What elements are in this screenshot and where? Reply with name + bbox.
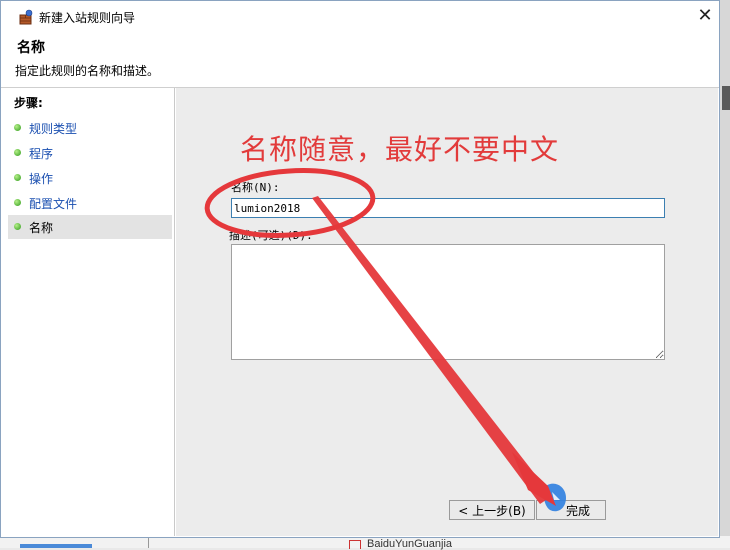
step-label: 操作 — [29, 172, 54, 186]
step-program[interactable]: 程序 — [8, 141, 172, 165]
step-status-icon — [14, 223, 21, 230]
taskbar-active-indicator — [20, 544, 92, 548]
window-title: 新建入站规则向导 — [39, 11, 136, 25]
step-action[interactable]: 操作 — [8, 166, 172, 190]
panel-divider — [174, 88, 175, 536]
description-textarea[interactable] — [231, 244, 665, 360]
steps-panel: 步骤: 规则类型 程序 操作 配置文件 名称 — [8, 88, 174, 536]
background-scrollbar-thumb[interactable] — [722, 86, 730, 110]
page-header: 名称 指定此规则的名称和描述。 — [1, 31, 719, 88]
taskbar-separator — [148, 538, 149, 548]
name-input[interactable] — [231, 198, 665, 218]
step-label: 规则类型 — [29, 122, 78, 136]
step-status-icon — [14, 199, 21, 206]
annotation-text: 名称随意，最好不要中文 — [240, 133, 560, 166]
taskbar-item-baiduyun[interactable]: BaiduYunGuanjia — [367, 538, 452, 550]
close-icon: ✕ — [697, 5, 713, 26]
page-title: 名称 — [17, 40, 45, 56]
step-label: 名称 — [29, 221, 54, 235]
background-window-edge — [720, 0, 730, 548]
firewall-wizard-icon — [19, 9, 33, 25]
step-status-icon — [14, 174, 21, 181]
step-label: 配置文件 — [29, 197, 78, 211]
page-subtitle: 指定此规则的名称和描述。 — [15, 64, 160, 78]
back-button[interactable]: < 上一步(B) — [449, 500, 535, 520]
steps-title: 步骤: — [14, 96, 43, 110]
name-field-label: 名称(N): — [231, 181, 280, 194]
step-profile[interactable]: 配置文件 — [8, 191, 172, 215]
cursor-highlight-icon — [543, 483, 566, 512]
step-rule-type[interactable]: 规则类型 — [8, 116, 172, 140]
step-status-icon — [14, 149, 21, 156]
close-button[interactable]: ✕ — [691, 4, 719, 28]
description-field-label: 描述(可选)(D): — [229, 229, 313, 242]
step-status-icon — [14, 124, 21, 131]
title-bar: 新建入站规则向导 ✕ — [1, 1, 719, 31]
step-label: 程序 — [29, 147, 54, 161]
step-name[interactable]: 名称 — [8, 215, 172, 239]
